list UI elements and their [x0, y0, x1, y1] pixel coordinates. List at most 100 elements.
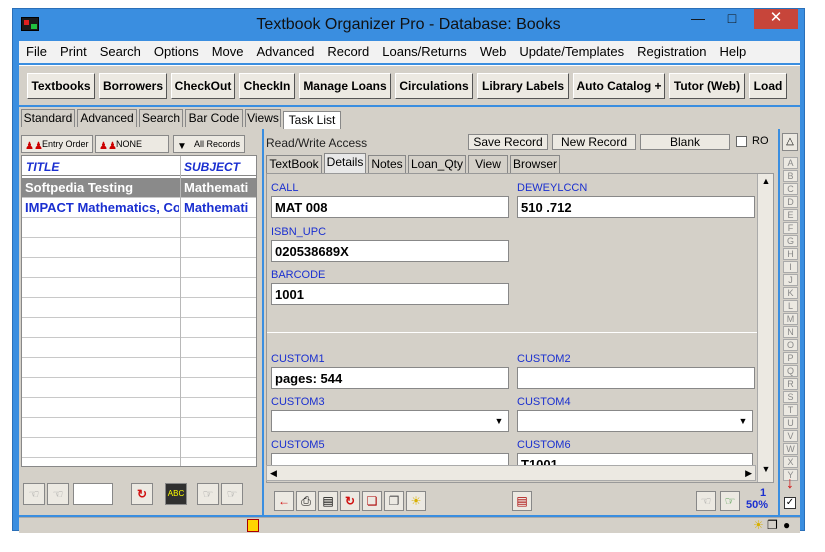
tab-notes[interactable]: Notes: [368, 155, 406, 173]
manage-loans-button[interactable]: Manage Loans: [299, 73, 391, 99]
maximize-icon[interactable]: □: [718, 9, 746, 29]
alpha-g[interactable]: G: [783, 235, 798, 247]
filter-none-button[interactable]: ♟♟ NONE: [95, 135, 169, 153]
alpha-s[interactable]: S: [783, 391, 798, 403]
close-icon[interactable]: ✕: [754, 9, 798, 29]
next-record-icon[interactable]: ☞: [197, 483, 219, 505]
checkout-icon[interactable]: ↻: [131, 483, 153, 505]
last-record-icon[interactable]: ☞: [221, 483, 243, 505]
checkout-button[interactable]: CheckOut: [171, 73, 235, 99]
tab-advanced[interactable]: Advanced: [77, 109, 137, 127]
menu-update-templates[interactable]: Update/Templates: [512, 41, 630, 59]
read-only-checkbox[interactable]: [736, 136, 747, 147]
alpha-b[interactable]: B: [783, 170, 798, 182]
blank-button[interactable]: Blank: [640, 134, 730, 150]
goto-record-input[interactable]: [73, 483, 113, 505]
alpha-o[interactable]: O: [783, 339, 798, 351]
checkout-icon[interactable]: ↻: [340, 491, 360, 511]
sync-checkbox[interactable]: ✓: [784, 497, 796, 509]
alpha-a[interactable]: A: [783, 157, 798, 169]
column-title[interactable]: TITLE: [26, 160, 59, 174]
alpha-q[interactable]: Q: [783, 365, 798, 377]
abc-index-icon[interactable]: ABC: [165, 483, 187, 505]
custom4-select[interactable]: ▼: [517, 410, 753, 432]
clone-record-icon[interactable]: ❐: [384, 491, 404, 511]
alpha-d[interactable]: D: [783, 196, 798, 208]
scroll-left-icon[interactable]: ◀: [270, 468, 277, 479]
all-records-button[interactable]: ▼ All Records: [173, 135, 245, 153]
scroll-right-icon[interactable]: ▶: [745, 468, 752, 479]
call-field[interactable]: MAT 008: [271, 196, 509, 218]
menu-registration[interactable]: Registration: [630, 41, 712, 59]
alpha-e[interactable]: E: [783, 209, 798, 221]
scroll-up-icon[interactable]: ▲: [760, 176, 772, 186]
tab-browser[interactable]: Browser: [510, 155, 560, 173]
tab-standard[interactable]: Standard: [21, 109, 75, 127]
alpha-c[interactable]: C: [783, 183, 798, 195]
alpha-l[interactable]: L: [783, 300, 798, 312]
alpha-f[interactable]: F: [783, 222, 798, 234]
trash-icon[interactable]: ▤: [318, 491, 338, 511]
menu-advanced[interactable]: Advanced: [250, 41, 321, 59]
tab-view[interactable]: View: [468, 155, 508, 173]
tutor-web-button[interactable]: Tutor (Web): [669, 73, 745, 99]
report-icon[interactable]: ▤: [512, 491, 532, 511]
down-arrow-icon[interactable]: ↓: [782, 475, 798, 495]
alpha-r[interactable]: R: [783, 378, 798, 390]
alpha-t[interactable]: T: [783, 404, 798, 416]
isbn-field[interactable]: 020538689X: [271, 240, 509, 262]
alpha-j[interactable]: J: [783, 274, 798, 286]
tab-task-list[interactable]: Task List: [283, 111, 341, 129]
prev-record-icon[interactable]: ☜: [47, 483, 69, 505]
checkin-button[interactable]: CheckIn: [239, 73, 295, 99]
chevron-down-icon[interactable]: ▼: [491, 412, 507, 430]
menu-options[interactable]: Options: [147, 41, 205, 59]
tab-bar-code[interactable]: Bar Code: [185, 109, 243, 127]
tab-details[interactable]: Details: [324, 153, 366, 173]
new-record-button[interactable]: New Record: [552, 134, 636, 150]
tab-textbook[interactable]: TextBook: [266, 155, 322, 173]
alpha-p[interactable]: P: [783, 352, 798, 364]
prev-page-icon[interactable]: ☜: [696, 491, 716, 511]
textbooks-button[interactable]: Textbooks: [27, 73, 95, 99]
alpha-u[interactable]: U: [783, 417, 798, 429]
library-labels-button[interactable]: Library Labels: [477, 73, 569, 99]
next-page-icon[interactable]: ☞: [720, 491, 740, 511]
deweylccn-field[interactable]: 510 .712: [517, 196, 755, 218]
barcode-field[interactable]: 1001: [271, 283, 509, 305]
menu-file[interactable]: File: [19, 41, 53, 59]
menu-move[interactable]: Move: [205, 41, 250, 59]
tab-views[interactable]: Views: [245, 109, 281, 127]
menu-print[interactable]: Print: [53, 41, 93, 59]
custom1-field[interactable]: pages: 544: [271, 367, 509, 389]
circulations-button[interactable]: Circulations: [395, 73, 473, 99]
scroll-down-icon[interactable]: ▼: [760, 464, 772, 474]
alpha-h[interactable]: H: [783, 248, 798, 260]
borrowers-button[interactable]: Borrowers: [99, 73, 167, 99]
menu-loans-returns[interactable]: Loans/Returns: [375, 41, 473, 59]
menu-record[interactable]: Record: [320, 41, 375, 59]
tab-search[interactable]: Search: [139, 109, 183, 127]
alpha-v[interactable]: V: [783, 430, 798, 442]
entry-order-button[interactable]: ♟♟ Entry Order: [21, 135, 93, 153]
alpha-i[interactable]: I: [783, 261, 798, 273]
chevron-down-icon[interactable]: ▼: [735, 412, 751, 430]
documents-icon[interactable]: ❐: [767, 518, 778, 532]
form-horizontal-scrollbar[interactable]: ◀ ▶: [266, 465, 756, 481]
lock-icon[interactable]: ●: [783, 518, 790, 532]
form-vertical-scrollbar[interactable]: ▲ ▼: [757, 174, 773, 482]
menu-web[interactable]: Web: [473, 41, 513, 59]
copy-record-icon[interactable]: ❏: [362, 491, 382, 511]
print-icon[interactable]: ⎙: [296, 491, 316, 511]
alpha-w[interactable]: W: [783, 443, 798, 455]
first-record-icon[interactable]: ☜: [23, 483, 45, 505]
save-record-button[interactable]: Save Record: [468, 134, 548, 150]
tab-loan-qty[interactable]: Loan_Qty: [408, 155, 466, 173]
menu-search[interactable]: Search: [93, 41, 147, 59]
minimize-icon[interactable]: —: [684, 9, 712, 29]
alpha-n[interactable]: N: [783, 326, 798, 338]
auto-catalog-button[interactable]: Auto Catalog +: [573, 73, 665, 99]
menu-help[interactable]: Help: [712, 41, 752, 59]
custom2-field[interactable]: [517, 367, 755, 389]
alpha-up-icon[interactable]: △: [782, 133, 798, 151]
